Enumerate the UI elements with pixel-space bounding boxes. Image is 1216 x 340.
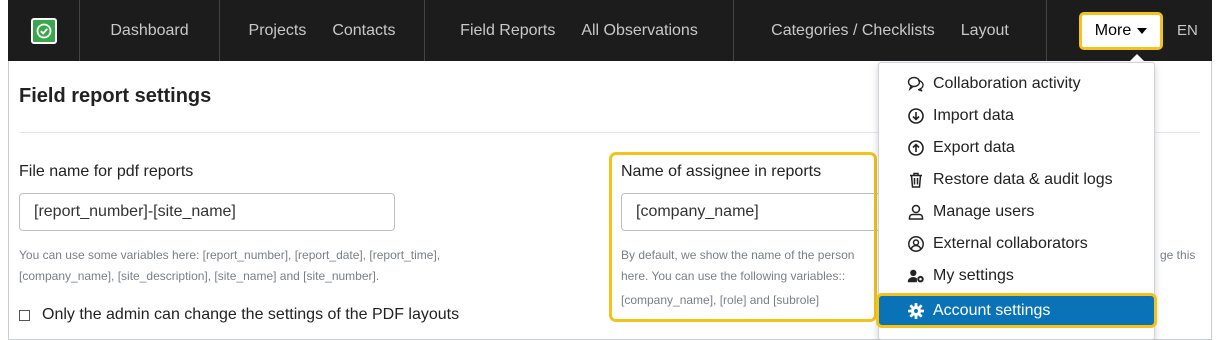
nav-right: More EN	[1047, 0, 1198, 61]
menu-import-data[interactable]: Import data	[879, 100, 1154, 132]
trash-icon	[907, 171, 925, 189]
admin-only-checkbox[interactable]	[19, 309, 30, 321]
user-icon	[907, 203, 925, 221]
menu-external-collaborators[interactable]: External collaborators	[879, 228, 1154, 260]
pdf-filename-help-1: You can use some variables here: [report…	[19, 248, 441, 262]
menu-label: My settings	[933, 267, 1014, 284]
pdf-filename-input[interactable]: [report_number]-[site_name]	[19, 193, 395, 231]
menu-restore-data[interactable]: Restore data & audit logs	[879, 164, 1154, 196]
menu-label: Export data	[933, 139, 1015, 156]
user-gear-icon	[907, 267, 925, 285]
menu-my-settings[interactable]: My settings	[879, 260, 1154, 292]
nav-group-dashboard: Dashboard	[80, 0, 220, 61]
admin-only-label: Only the admin can change the settings o…	[42, 306, 460, 323]
menu-export-data[interactable]: Export data	[879, 132, 1154, 164]
more-label: More	[1094, 21, 1132, 39]
assignee-highlight	[609, 152, 877, 322]
top-navbar: Dashboard Projects Contacts Field Report…	[8, 0, 1212, 61]
menu-manage-users[interactable]: Manage users	[879, 196, 1154, 228]
menu-label: Import data	[933, 107, 1014, 124]
app-logo[interactable]	[8, 0, 80, 61]
logo-check-icon	[30, 17, 57, 44]
menu-collaboration-activity[interactable]: Collaboration activity	[879, 68, 1154, 100]
nav-categories-checklists[interactable]: Categories / Checklists	[758, 22, 948, 40]
caret-down-icon	[1137, 27, 1148, 34]
language-switch[interactable]: EN	[1177, 22, 1198, 39]
dropdown-arrow	[1129, 54, 1145, 62]
circle-arrow-up-icon	[907, 139, 925, 157]
nav-dashboard[interactable]: Dashboard	[97, 22, 201, 40]
circle-arrow-down-icon	[907, 107, 925, 125]
menu-label: Manage users	[933, 203, 1035, 220]
nav-group-projects: Projects Contacts	[220, 0, 425, 61]
nav-field-reports[interactable]: Field Reports	[447, 22, 568, 40]
nav-contacts[interactable]: Contacts	[319, 22, 408, 40]
pdf-filename-help-2: [company_name], [site_description], [sit…	[19, 269, 380, 283]
assignee-help-1-right: ge this	[1160, 248, 1196, 262]
pdf-filename-label: File name for pdf reports	[19, 163, 194, 180]
account-settings-highlight	[876, 293, 1157, 328]
menu-label: Collaboration activity	[933, 75, 1081, 92]
nav-all-observations[interactable]: All Observations	[568, 22, 711, 40]
nav-projects[interactable]: Projects	[236, 22, 320, 40]
page-title: Field report settings	[19, 85, 212, 107]
menu-label: External collaborators	[933, 235, 1088, 252]
nav-group-reports: Field Reports All Observations	[425, 0, 734, 61]
nav-layout[interactable]: Layout	[948, 22, 1022, 40]
admin-only-pdf-setting[interactable]: Only the admin can change the settings o…	[19, 306, 459, 324]
user-circle-icon	[907, 235, 925, 253]
more-dropdown-button[interactable]: More	[1079, 11, 1163, 50]
nav-group-categories: Categories / Checklists Layout	[734, 0, 1047, 61]
menu-label: Restore data & audit logs	[933, 171, 1113, 188]
chat-bubbles-icon	[907, 75, 925, 93]
